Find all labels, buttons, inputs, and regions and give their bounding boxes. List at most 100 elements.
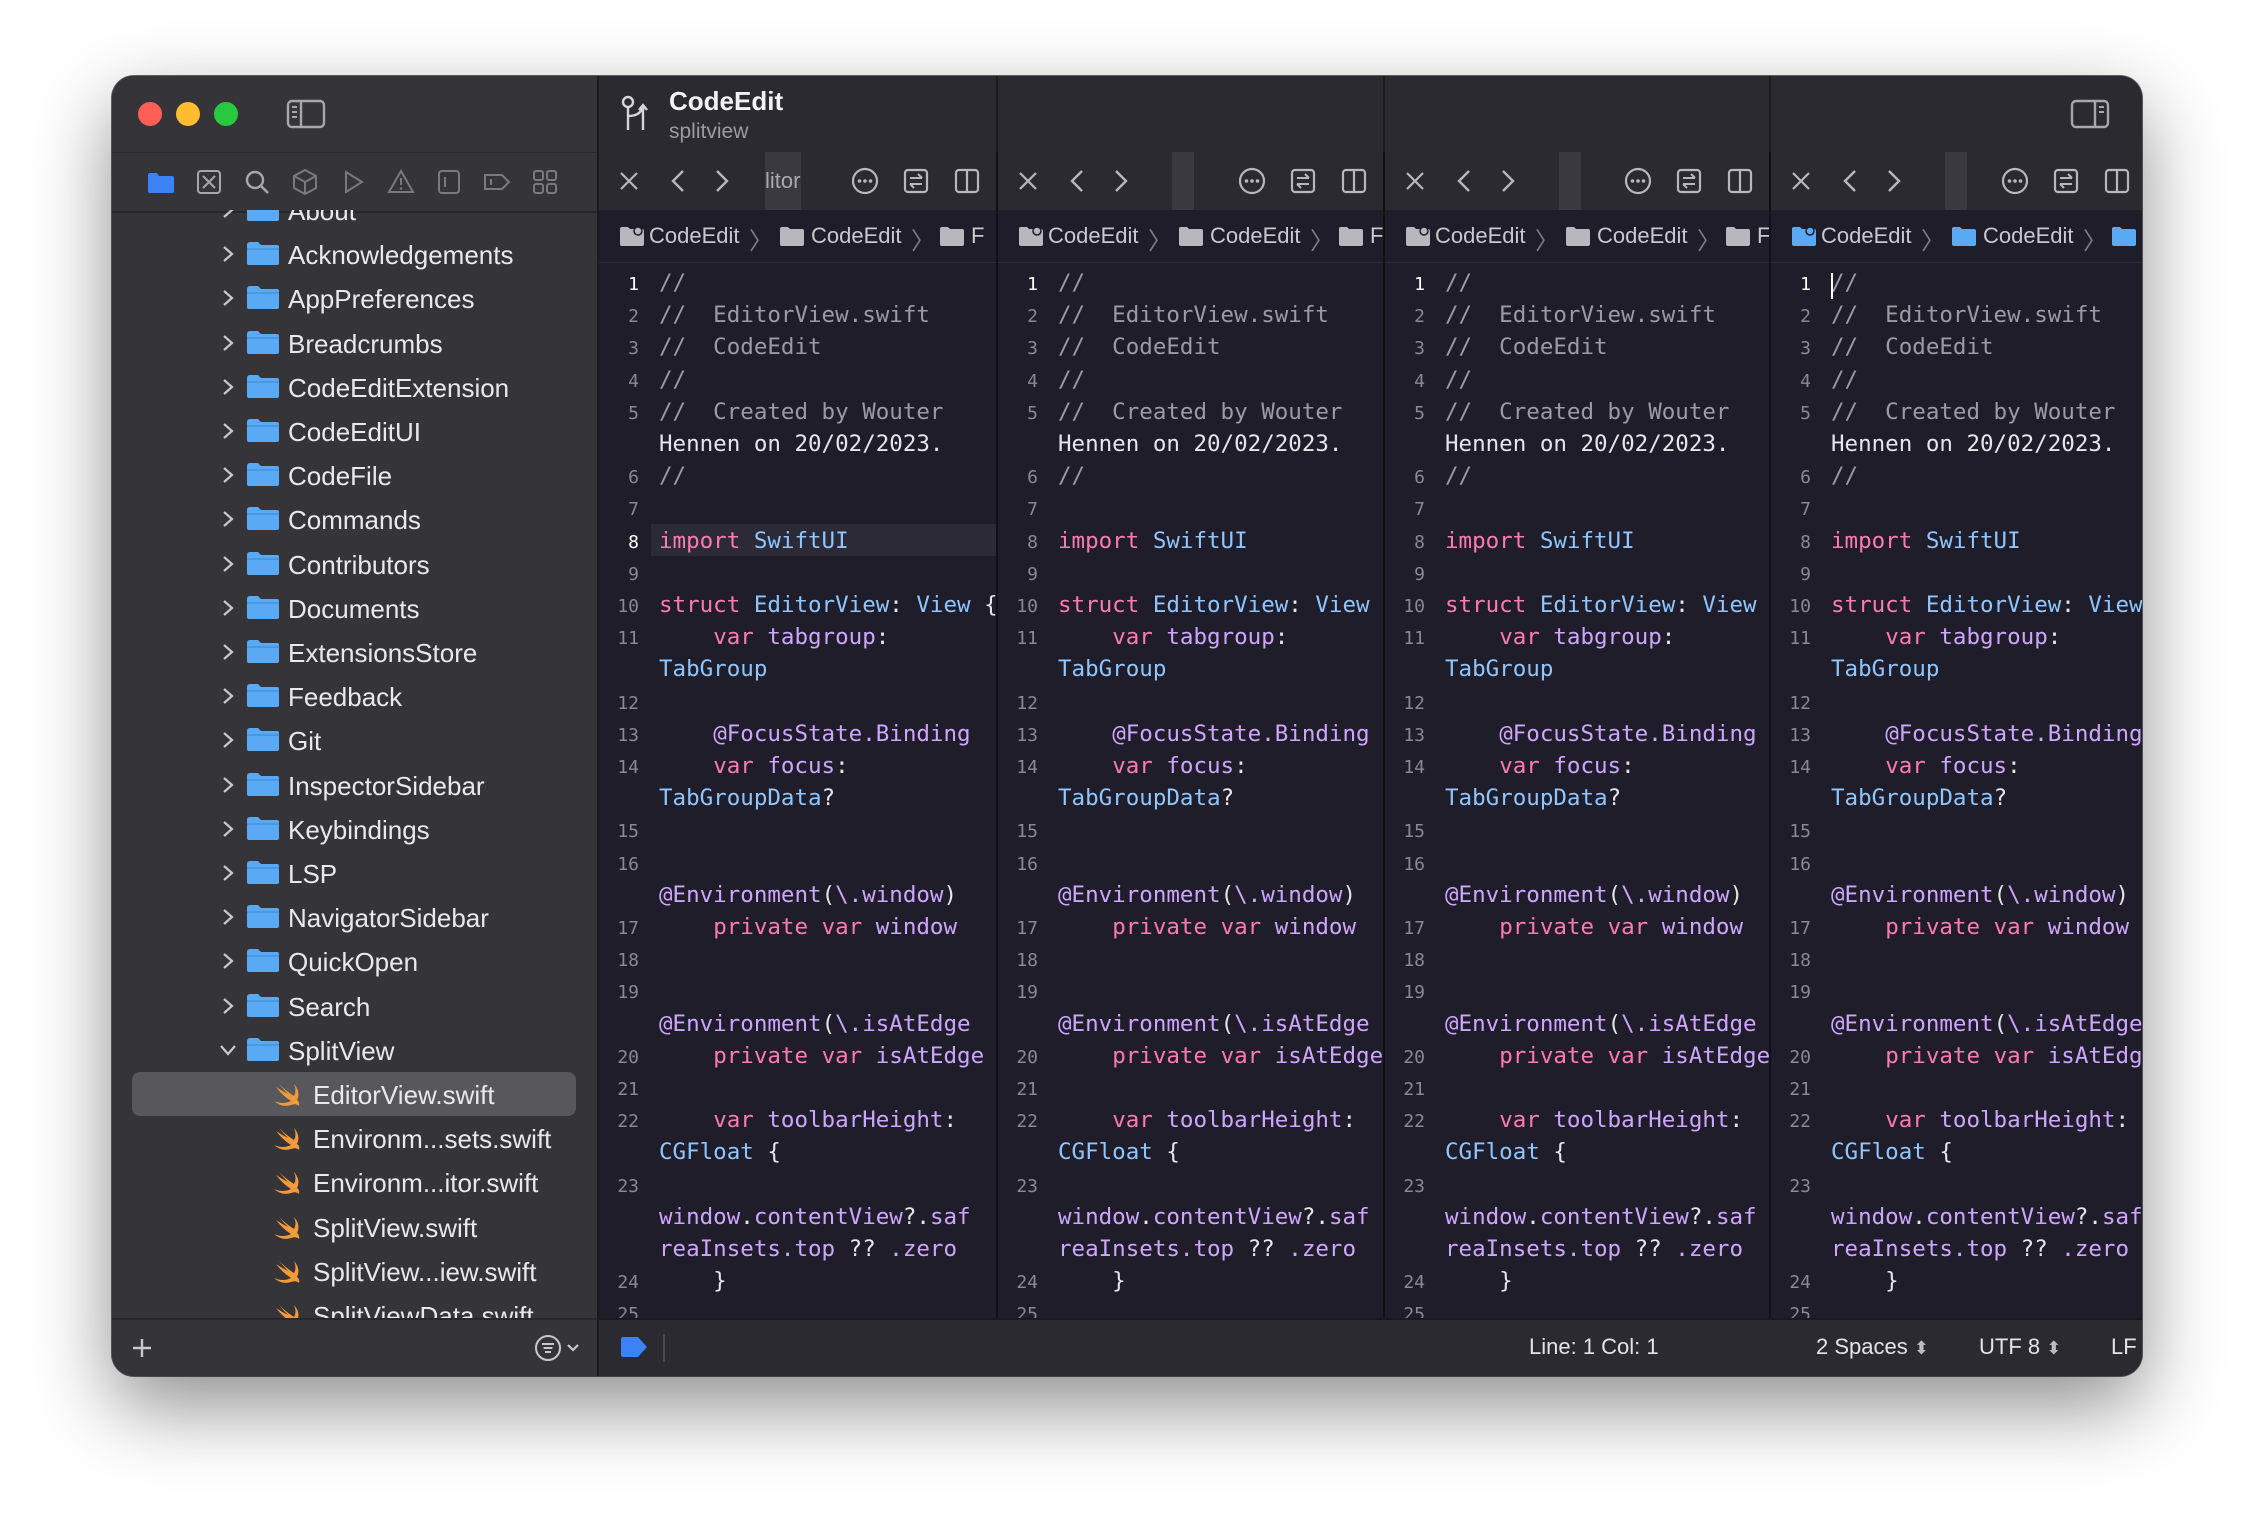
pane-divider[interactable] [996,152,998,1320]
extensions-icon[interactable] [290,167,320,197]
indent-selector[interactable]: 2 Spaces ⬍ [1816,1334,1929,1360]
close-icon[interactable] [1403,169,1427,193]
forward-icon[interactable] [1881,167,1905,195]
tree-folder-splitview[interactable]: SplitView [112,1028,597,1072]
chevron-right-icon[interactable] [218,640,238,664]
chevron-right-icon[interactable] [218,507,238,531]
chevron-right-icon[interactable] [218,861,238,885]
chevron-down-icon[interactable] [218,1038,238,1062]
zoom-window-button[interactable] [214,102,238,126]
forward-icon[interactable] [1495,167,1519,195]
editor-pane[interactable]: CodeEdit〉CodeEdit〉F1//2// EditorView.swi… [1385,152,1769,1320]
chevron-right-icon[interactable] [218,596,238,620]
chevron-right-icon[interactable] [218,905,238,929]
back-icon[interactable] [667,167,691,195]
warning-icon[interactable] [386,167,416,197]
file-tab[interactable]: litor [765,152,801,210]
sidebar-toggle-icon[interactable] [286,98,326,130]
code-view[interactable]: 1 // 2 // EditorView.swift 3 // CodeEdit 4 // 5 /… [1385,264,1769,1320]
tree-file[interactable]: SplitView...iew.swift [112,1249,597,1293]
chevron-right-icon[interactable] [218,463,238,487]
close-icon[interactable] [1016,169,1040,193]
inspector-toggle-icon[interactable] [2070,98,2110,130]
breadcrumb-item[interactable]: CodeEdit [811,223,902,249]
tree-folder[interactable]: Acknowledgements [112,232,597,276]
breadcrumb-item[interactable]: CodeEdit [1435,223,1526,249]
encoding-selector[interactable]: UTF 8 ⬍ [1979,1334,2061,1360]
chevron-right-icon[interactable] [218,419,238,443]
chevron-right-icon[interactable] [218,210,238,222]
editor-pane[interactable]: CodeEdit〉CodeEdit〉F1//2// EditorView.swi… [998,152,1383,1320]
grid-icon[interactable] [530,167,560,197]
related-files-icon[interactable] [1288,166,1318,196]
debug-icon[interactable] [434,167,464,197]
project-folder-icon[interactable] [146,167,176,197]
split-editor-icon[interactable] [2102,166,2132,196]
more-options-icon[interactable] [2000,166,2030,196]
breakpoint-icon[interactable] [482,167,512,197]
project-title[interactable]: CodeEdit [669,86,783,117]
tree-file[interactable]: Environm...itor.swift [112,1160,597,1204]
breadcrumb-item[interactable]: CodeEdit [1983,223,2074,249]
filter-menu-icon[interactable] [534,1332,586,1364]
run-icon[interactable] [338,167,368,197]
chevron-right-icon[interactable] [218,552,238,576]
search-icon[interactable] [242,167,272,197]
file-tab[interactable] [1559,152,1581,210]
breadcrumb-item[interactable]: CodeEdit [1048,223,1139,249]
split-editor-icon[interactable] [1725,166,1755,196]
back-icon[interactable] [1839,167,1863,195]
editor-pane[interactable]: litor CodeEdit 〉 CodeEdit 〉 F 1 // 2 // EditorVie… [599,152,996,1320]
tree-folder[interactable]: Commands [112,497,597,541]
related-files-icon[interactable] [901,166,931,196]
tree-file[interactable]: SplitView.swift [112,1205,597,1249]
tree-file[interactable]: Environm...sets.swift [112,1116,597,1160]
close-window-button[interactable] [138,102,162,126]
add-icon[interactable] [128,1334,156,1362]
pane-divider[interactable] [1769,152,1771,1320]
tree-folder[interactable]: CodeEditExtension [112,365,597,409]
tree-folder[interactable]: InspectorSidebar [112,763,597,807]
breadcrumb-item[interactable]: CodeEdit [649,223,740,249]
code-view[interactable]: 1 // 2 // EditorView.swift 3 // CodeEdit 4 // 5 /… [998,264,1383,1320]
forward-icon[interactable] [1108,167,1132,195]
close-icon[interactable] [617,169,641,193]
minimize-window-button[interactable] [176,102,200,126]
tree-folder-about[interactable]: About [112,210,597,232]
back-icon[interactable] [1066,167,1090,195]
code-view[interactable]: 1 // 2 // EditorView.swift 3 // CodeEdit 4 // 5 /… [1771,264,2142,1320]
chevron-right-icon[interactable] [218,773,238,797]
file-tab[interactable] [1945,152,1967,210]
breadcrumb-item[interactable]: CodeEdit [1210,223,1301,249]
tree-folder[interactable]: LSP [112,851,597,895]
chevron-right-icon[interactable] [218,728,238,752]
line-ending-selector[interactable]: LF ⬍ [2111,1334,2142,1360]
tree-folder[interactable]: CodeEditUI [112,409,597,453]
split-editor-icon[interactable] [1339,166,1369,196]
chevron-right-icon[interactable] [218,684,238,708]
close-icon[interactable] [1789,169,1813,193]
cursor-position[interactable]: Line: 1 Col: 1 [1529,1334,1659,1360]
chevron-right-icon[interactable] [218,286,238,310]
more-options-icon[interactable] [850,166,880,196]
tree-folder[interactable]: Keybindings [112,807,597,851]
tree-folder[interactable]: Contributors [112,542,597,586]
breadcrumb-item[interactable]: F [1370,223,1383,249]
tree-folder[interactable]: Feedback [112,674,597,718]
chevron-right-icon[interactable] [218,331,238,355]
tree-folder[interactable]: NavigatorSidebar [112,895,597,939]
code-view[interactable]: 1 // 2 // EditorView.swift 3 // CodeEdit 4 // 5 /… [599,264,996,1320]
tree-folder[interactable]: AppPreferences [112,276,597,320]
more-options-icon[interactable] [1237,166,1267,196]
breadcrumb-item[interactable]: F [971,223,984,249]
forward-icon[interactable] [709,167,733,195]
branch-name[interactable]: splitview [669,120,748,144]
chevron-right-icon[interactable] [218,949,238,973]
tag-icon[interactable] [619,1334,649,1360]
split-editor-icon[interactable] [952,166,982,196]
file-tab[interactable] [1172,152,1194,210]
breadcrumb-item[interactable]: CodeEdit [1821,223,1912,249]
tree-folder[interactable]: QuickOpen [112,939,597,983]
editor-pane[interactable]: CodeEdit〉CodeEdit〉F1//2// EditorView.swi… [1771,152,2142,1320]
tree-folder[interactable]: Git [112,718,597,762]
